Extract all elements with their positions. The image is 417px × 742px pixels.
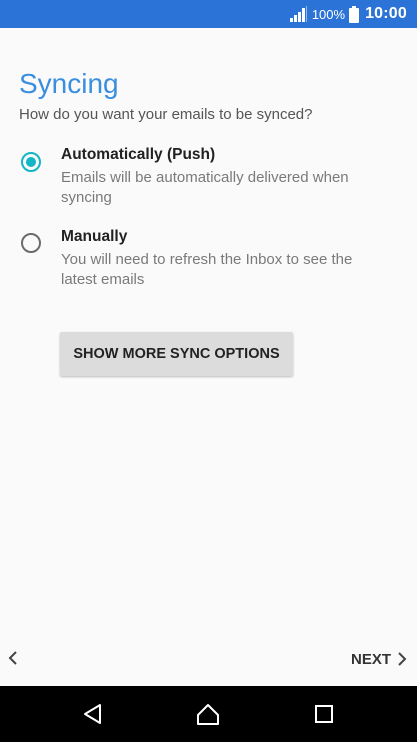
page-subtitle: How do you want your emails to be synced… (19, 106, 313, 123)
chevron-left-icon[interactable] (6, 649, 22, 667)
back-triangle-icon[interactable] (81, 702, 105, 726)
radio-automatic[interactable] (21, 152, 41, 172)
status-bar: 100% 10:00 (0, 0, 417, 28)
next-button[interactable]: NEXT (351, 646, 409, 672)
chevron-right-icon (398, 652, 407, 666)
show-more-sync-options-button[interactable]: SHOW MORE SYNC OPTIONS (60, 332, 293, 376)
sync-option-label: Manually (61, 228, 128, 245)
battery-icon (349, 5, 360, 23)
sync-option-manual[interactable]: Manually You will need to refresh the In… (0, 227, 417, 293)
system-nav-bar (0, 686, 417, 742)
next-label: NEXT (350, 650, 391, 668)
status-indicators: 100% 10:00 (289, 0, 407, 28)
sync-option-label: Automatically (Push) (61, 146, 216, 163)
clock: 10:00 (365, 5, 407, 22)
sync-option-automatic[interactable]: Automatically (Push) Emails will be auto… (0, 145, 417, 211)
page-title: Syncing (19, 68, 119, 99)
home-icon[interactable] (196, 702, 220, 726)
sync-option-description: Emails will be automatically delivered w… (61, 169, 349, 206)
battery-percent: 100% (311, 6, 346, 22)
radio-manual[interactable] (21, 233, 41, 253)
sync-option-description: You will need to refresh the Inbox to se… (61, 251, 353, 288)
recent-apps-icon[interactable] (312, 702, 336, 726)
signal-icon (289, 6, 307, 22)
